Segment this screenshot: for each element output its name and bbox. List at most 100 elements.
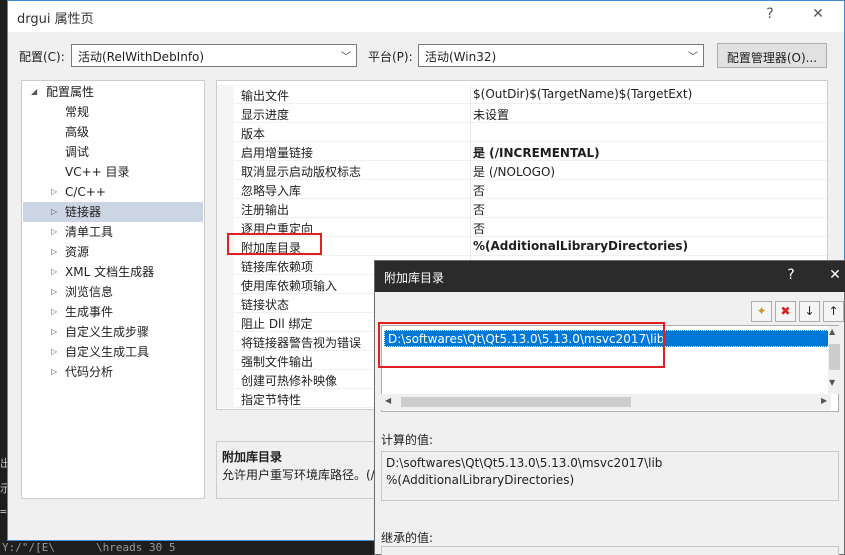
move-down-icon[interactable]: ↓ xyxy=(799,301,820,322)
editor-bottom-fragment: Y:/"/[E\ xyxy=(2,541,55,554)
tree-item-label: 生成事件 xyxy=(65,305,114,319)
scroll-thumb[interactable] xyxy=(401,397,631,407)
collapsed-triangle-icon: ▷ xyxy=(51,267,58,276)
calculated-value-label: 计算的值: xyxy=(381,433,434,447)
close-icon[interactable]: ✕ xyxy=(823,267,845,283)
property-name: 启用增量链接 xyxy=(241,146,314,160)
new-folder-icon[interactable]: ✦ xyxy=(751,301,772,322)
property-name: 阻止 Dll 绑定 xyxy=(241,317,313,331)
tree-item-label: XML 文档生成器 xyxy=(65,265,155,279)
tree-item-custom-build-step[interactable]: ▷ 自定义生成步骤 xyxy=(22,322,204,342)
scroll-right-icon: ▶ xyxy=(821,396,828,405)
dialog-title: drgui 属性页 xyxy=(17,12,94,27)
calculated-value-line: %(AdditionalLibraryDirectories) xyxy=(386,473,575,487)
tree-item-manifest-tool[interactable]: ▷ 清单工具 xyxy=(22,222,204,242)
tree-item-label: 常规 xyxy=(65,105,90,119)
calculated-value-box: D:\softwares\Qt\Qt5.13.0\5.13.0\msvc2017… xyxy=(381,451,839,501)
tree-item-config-properties[interactable]: ◢ 配置属性 xyxy=(22,82,204,102)
tree-item-general[interactable]: 常规 xyxy=(22,102,204,122)
highlight-box xyxy=(378,322,665,368)
tree-item-debugging[interactable]: 调试 xyxy=(22,142,204,162)
tree-item-code-analysis[interactable]: ▷ 代码分析 xyxy=(22,362,204,382)
tree-item-label: 调试 xyxy=(65,145,90,159)
tree-item-build-events[interactable]: ▷ 生成事件 xyxy=(22,302,204,322)
inherited-value-box xyxy=(381,546,839,555)
dialog-titlebar: drgui 属性页 ? ✕ xyxy=(8,1,844,32)
editor-fragment: = xyxy=(0,505,7,518)
property-name: 创建可热修补映像 xyxy=(241,374,338,388)
scroll-left-icon: ◀ xyxy=(385,396,392,405)
close-icon[interactable]: ✕ xyxy=(803,6,833,22)
help-icon[interactable]: ? xyxy=(755,6,785,22)
delete-icon[interactable]: ✖ xyxy=(775,301,796,322)
tree-item-vc-directories[interactable]: VC++ 目录 xyxy=(22,162,204,182)
tree-item-label: 链接器 xyxy=(65,205,102,219)
subdialog-titlebar: 附加库目录 ? ✕ xyxy=(375,261,845,292)
move-up-icon[interactable]: ↑ xyxy=(823,301,844,322)
tree-item-label: C/C++ xyxy=(65,185,106,199)
config-value: 活动(RelWithDebInfo) xyxy=(78,50,205,64)
tree-item-xml-doc[interactable]: ▷ XML 文档生成器 xyxy=(22,262,204,282)
property-value: 未设置 xyxy=(473,108,510,122)
grid-row-show-progress[interactable]: 显示进度 未设置 xyxy=(217,104,827,123)
grid-row-ignore-import-lib[interactable]: 忽略导入库 否 xyxy=(217,180,827,199)
scroll-up-icon: ▲ xyxy=(829,327,836,336)
property-name: 链接状态 xyxy=(241,298,290,312)
grid-row-output-file[interactable]: 输出文件 $(OutDir)$(TargetName)$(TargetExt) xyxy=(217,85,827,104)
tree-item-browse-info[interactable]: ▷ 浏览信息 xyxy=(22,282,204,302)
tree-item-label: 代码分析 xyxy=(65,365,114,379)
collapsed-triangle-icon: ▷ xyxy=(51,367,58,376)
tree-item-label: 自定义生成步骤 xyxy=(65,325,150,339)
property-name: 忽略导入库 xyxy=(241,184,302,198)
property-name: 取消显示启动版权标志 xyxy=(241,165,362,179)
property-name: 链接库依赖项 xyxy=(241,260,314,274)
tree-item-custom-build-tool[interactable]: ▷ 自定义生成工具 xyxy=(22,342,204,362)
vertical-scrollbar[interactable]: ▲ ▼ xyxy=(828,326,841,394)
tree-item-resources[interactable]: ▷ 资源 xyxy=(22,242,204,262)
config-manager-button[interactable]: 配置管理器(O)... xyxy=(717,43,827,68)
collapsed-triangle-icon: ▷ xyxy=(51,207,58,216)
platform-value: 活动(Win32) xyxy=(425,50,497,64)
property-name: 显示进度 xyxy=(241,108,290,122)
tree-item-label: 配置属性 xyxy=(46,85,95,99)
help-icon[interactable]: ? xyxy=(779,267,803,283)
chevron-down-icon: ﹀ xyxy=(341,52,351,63)
tree-item-cpp[interactable]: ▷ C/C++ xyxy=(22,182,204,202)
property-tree: ◢ 配置属性 常规 高级 调试 VC++ 目录 ▷ C/C++ ▷ 链接器 ▷ 清单工… xyxy=(21,80,205,499)
property-name: 版本 xyxy=(241,127,266,141)
grid-row-incremental[interactable]: 启用增量链接 是 (/INCREMENTAL) xyxy=(217,142,827,161)
description-title: 附加库目录 xyxy=(222,450,283,464)
subdialog-title: 附加库目录 xyxy=(384,271,445,285)
collapsed-triangle-icon: ▷ xyxy=(51,287,58,296)
config-dropdown[interactable]: 活动(RelWithDebInfo) ﹀ xyxy=(71,44,357,67)
scroll-thumb[interactable] xyxy=(829,344,840,370)
grid-row-register-output[interactable]: 注册输出 否 xyxy=(217,199,827,218)
grid-row-nologo[interactable]: 取消显示启动版权标志 是 (/NOLOGO) xyxy=(217,161,827,180)
collapsed-triangle-icon: ▷ xyxy=(51,347,58,356)
expanded-triangle-icon: ◢ xyxy=(31,87,38,96)
tree-item-label: 自定义生成工具 xyxy=(65,345,150,359)
property-name: 强制文件输出 xyxy=(241,355,314,369)
property-value: 是 (/INCREMENTAL) xyxy=(473,146,600,160)
property-value: $(OutDir)$(TargetName)$(TargetExt) xyxy=(473,87,693,101)
tree-item-label: 资源 xyxy=(65,245,90,259)
grid-row-version[interactable]: 版本 xyxy=(217,123,827,142)
property-value: 否 xyxy=(473,203,486,217)
property-name: 将链接器警告视为错误 xyxy=(241,336,362,350)
horizontal-scrollbar[interactable]: ◀ ▶ xyxy=(381,394,831,410)
tree-item-linker[interactable]: ▷ 链接器 xyxy=(23,202,203,222)
additional-library-directories-dialog: 附加库目录 ? ✕ ✦ ✖ ↓ ↑ D:\softwares\Qt\Qt5.13… xyxy=(374,260,845,555)
highlight-box xyxy=(227,233,322,255)
collapsed-triangle-icon: ▷ xyxy=(51,187,58,196)
property-name: 输出文件 xyxy=(241,89,290,103)
property-name: 使用库依赖项输入 xyxy=(241,279,338,293)
tree-item-advanced[interactable]: 高级 xyxy=(22,122,204,142)
description-text: 允许用户重写环境库路径。(/ xyxy=(222,468,375,482)
collapsed-triangle-icon: ▷ xyxy=(51,327,58,336)
property-value: 否 xyxy=(473,222,486,236)
property-value: %(AdditionalLibraryDirectories) xyxy=(473,239,689,253)
platform-dropdown[interactable]: 活动(Win32) ﹀ xyxy=(418,44,704,67)
config-label: 配置(C): xyxy=(19,50,65,64)
inherited-value-label: 继承的值: xyxy=(381,531,434,545)
tree-item-label: 清单工具 xyxy=(65,225,114,239)
